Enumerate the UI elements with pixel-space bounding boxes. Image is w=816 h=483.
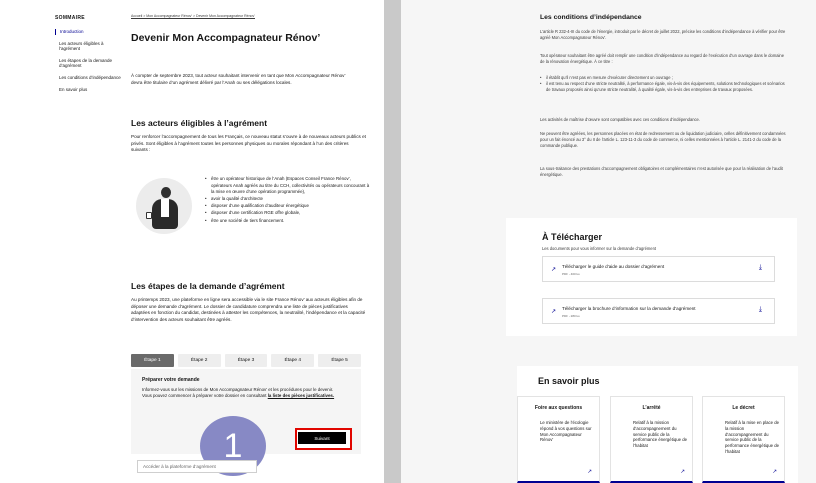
person-head-shape	[161, 187, 171, 198]
tile-text: Relatif à la mission d’accompagnement du…	[633, 420, 687, 449]
etapes-heading: Les étapes de la demande d’agrément	[131, 281, 285, 291]
tile-text: Relatif à la mise en place de la mission…	[725, 420, 779, 454]
downloads-heading: À Télécharger	[542, 232, 603, 242]
external-link-icon: ↗	[551, 309, 557, 315]
download-icon[interactable]: ⤓	[759, 306, 762, 314]
list-item: avoir la qualité d’architecte	[205, 196, 370, 203]
more-info-section: En savoir plus Foire aux questions Le mi…	[517, 366, 798, 483]
tab-step-5[interactable]: Étape 5	[318, 354, 361, 367]
platform-access-field[interactable]: Accéder à la plateforme d’agrément	[137, 460, 257, 473]
table-of-contents: SOMMAIRE Introduction Les acteurs éligib…	[55, 15, 125, 98]
conditions-text-1: L’article R 232-4-III du code de l’énerg…	[540, 29, 786, 40]
tab-step-3[interactable]: Étape 3	[224, 354, 268, 367]
download-meta: PDF - 400 ko	[562, 272, 580, 276]
tab-step-2[interactable]: Étape 2	[177, 354, 221, 367]
acteurs-text: Pour renforcer l’accompagnement de tous …	[131, 134, 366, 153]
list-item: il est tenu au respect d’une stricte neu…	[540, 81, 788, 93]
breadcrumb[interactable]: Accueil > Mon Accompagnateur Rénov’ > De…	[131, 14, 255, 18]
toc-title: SOMMAIRE	[55, 15, 85, 21]
next-button[interactable]: Suivant	[298, 432, 346, 444]
person-shirt-shape	[161, 199, 169, 217]
tile-decret[interactable]: Le décret Relatif à la mise en place de …	[702, 396, 785, 483]
criteria-list: être un opérateur historique de l’Anah (…	[205, 176, 370, 225]
step-tabs: Étape 1 Étape 2 Étape 3 Étape 4 Étape 5	[131, 354, 361, 367]
more-info-heading: En savoir plus	[538, 376, 600, 386]
tile-title: Foire aux questions	[534, 405, 583, 411]
intro-text: À compter de septembre 2023, tout acteur…	[131, 73, 346, 85]
download-label[interactable]: Télécharger la brochure d’information su…	[562, 306, 696, 311]
toc-item-introduction[interactable]: Introduction	[55, 29, 125, 35]
list-item: être un opérateur historique de l’Anah (…	[205, 176, 370, 196]
download-icon[interactable]: ⤓	[759, 264, 762, 272]
toc-item-conditions[interactable]: Les conditions d’indépendance	[55, 75, 125, 81]
acteurs-heading: Les acteurs éligibles à l’agrément	[131, 118, 268, 128]
tile-text: Le ministère de l’écologie répond à vos …	[540, 420, 592, 443]
step-text: Informez-vous sur les missions de Mon Ac…	[142, 387, 342, 398]
conditions-text-4: Ne peuvent être agréées, les personnes p…	[540, 131, 786, 148]
conditions-section: Les conditions d’indépendance L’article …	[529, 0, 795, 200]
conditions-list: il établit qu’il n’est pas en mesure d’e…	[540, 75, 788, 93]
external-link-icon: ↗	[772, 469, 777, 475]
step-title: Préparer votre demande	[142, 377, 200, 383]
toc-item-en-savoir-plus[interactable]: En savoir plus	[55, 87, 125, 93]
left-page: SOMMAIRE Introduction Les acteurs éligib…	[0, 0, 384, 483]
toc-item-etapes[interactable]: Les étapes de la demande d’agrément	[55, 58, 125, 69]
download-label[interactable]: Télécharger le guide d’aide au dossier d…	[562, 264, 664, 269]
page-title: Devenir Mon Accompagnateur Rénov’	[131, 32, 321, 44]
conditions-text-3: Les activités de maîtrise d’œuvre sont c…	[540, 117, 700, 122]
list-item: disposer d’une qualification d’auditeur …	[205, 203, 370, 210]
toc-item-acteurs[interactable]: Les acteurs éligibles à l’agrément	[55, 41, 125, 52]
download-meta: PDF - 280 ko	[562, 314, 580, 318]
pieces-justificatives-link[interactable]: la liste des pièces justificatives.	[268, 393, 334, 398]
tab-step-4[interactable]: Étape 4	[271, 354, 315, 367]
tile-title: Le décret	[732, 405, 755, 411]
conditions-heading: Les conditions d’indépendance	[540, 14, 642, 21]
right-page: Les conditions d’indépendance L’article …	[401, 0, 816, 483]
tile-title: L’arrêté	[642, 405, 661, 411]
advisor-illustration	[136, 178, 192, 234]
conditions-text-5: La sous-traitance des prestations d’acco…	[540, 166, 783, 177]
external-link-icon: ↗	[680, 469, 685, 475]
cup-shape	[146, 212, 152, 219]
external-link-icon: ↗	[587, 469, 592, 475]
download-guide-item[interactable]: ↗ Télécharger le guide d’aide au dossier…	[542, 256, 775, 282]
tile-arrete[interactable]: L’arrêté Relatif à la mission d’accompag…	[610, 396, 693, 483]
external-link-icon: ↗	[551, 267, 557, 273]
tab-step-1[interactable]: Étape 1	[131, 354, 174, 367]
downloads-section: À Télécharger Les documents pour vous in…	[506, 218, 797, 336]
list-item: être une société de tiers financement.	[205, 218, 370, 225]
list-item: disposer d’une certification RGE offre g…	[205, 210, 370, 217]
download-brochure-item[interactable]: ↗ Télécharger la brochure d’information …	[542, 298, 775, 324]
downloads-subtitle: Les documents pour vous informer sur la …	[542, 246, 657, 251]
tile-faq[interactable]: Foire aux questions Le ministère de l’éc…	[517, 396, 600, 483]
conditions-text-2: Tout opérateur souhaitant être agréé doi…	[540, 53, 784, 64]
etapes-text: Au printemps 2023, une plateforme en lig…	[131, 297, 366, 322]
